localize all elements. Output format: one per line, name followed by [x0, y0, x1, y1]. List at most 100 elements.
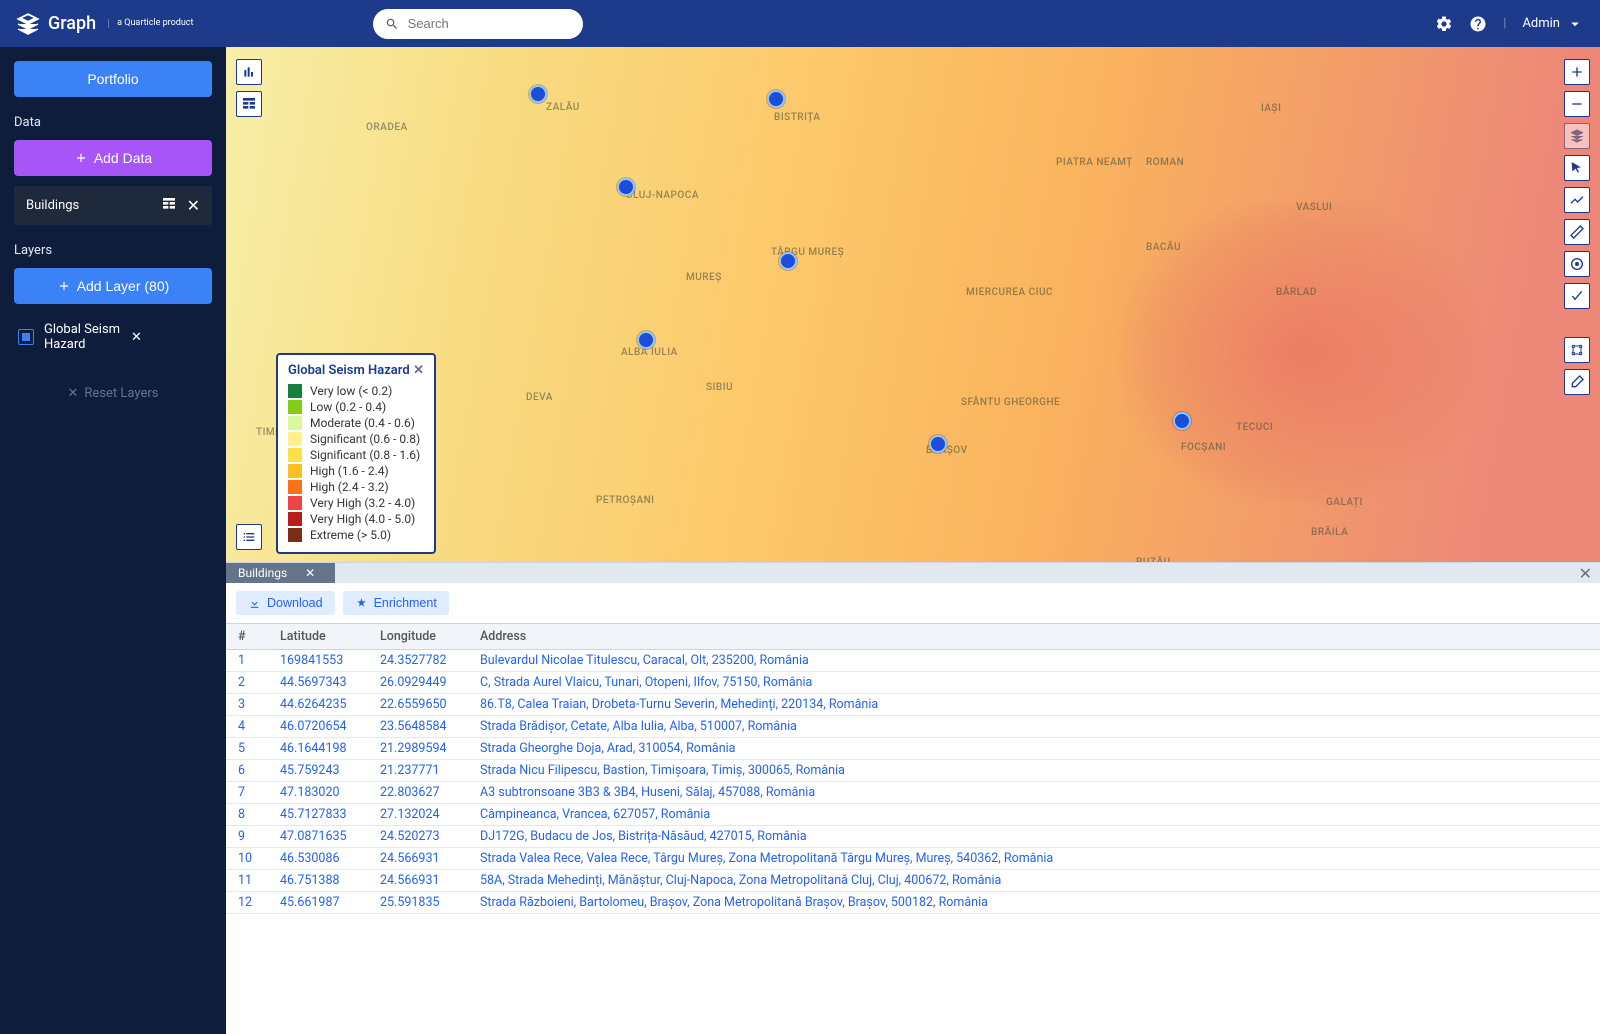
table-view-button[interactable] [236, 91, 262, 117]
table-cell: 9 [226, 826, 272, 848]
table-cell: 12 [226, 892, 272, 914]
table-cell: 45.661987 [272, 892, 372, 914]
plus-icon [74, 151, 88, 165]
logo-icon [16, 12, 40, 36]
map-marker[interactable] [1173, 412, 1191, 430]
add-data-button[interactable]: Add Data [14, 140, 212, 176]
panel-tab-buildings[interactable]: Buildings ✕ [226, 563, 335, 583]
table-cell: Strada Brădișor, Cetate, Alba Iulia, Alb… [472, 716, 1600, 738]
map-marker[interactable] [767, 90, 785, 108]
table-icon[interactable] [161, 196, 177, 212]
admin-dropdown[interactable]: Admin [1522, 15, 1584, 33]
close-icon[interactable]: ✕ [305, 566, 315, 580]
legend-row: Moderate (0.4 - 0.6) [288, 416, 424, 430]
table-header: Latitude [272, 624, 372, 650]
sidebar: Portfolio Data Add Data Buildings ✕ Laye… [0, 47, 226, 1034]
search-box[interactable] [373, 9, 583, 39]
table-cell: 6 [226, 760, 272, 782]
portfolio-button[interactable]: Portfolio [14, 61, 212, 97]
layer-item-label: Global Seism Hazard [44, 322, 121, 352]
data-item-label: Buildings [26, 198, 79, 213]
table-cell: 4 [226, 716, 272, 738]
table-cell: 21.237771 [372, 760, 472, 782]
logo: Graph a Quarticle product [16, 12, 193, 36]
measure-tool-button[interactable] [1564, 219, 1590, 245]
table-cell: 58A, Strada Mehedinți, Mănăștur, Cluj-Na… [472, 870, 1600, 892]
table-row[interactable]: 1046.53008624.566931Strada Valea Rece, V… [226, 848, 1600, 870]
map[interactable]: ZalăuOradeaBistrițaPiatra NeamțRomanIași… [226, 47, 1600, 562]
legend-toggle-button[interactable] [236, 524, 262, 550]
table-header: Address [472, 624, 1600, 650]
layers-button[interactable] [1564, 123, 1590, 149]
table-row[interactable]: 244.569734326.0929449C, Strada Aurel Vla… [226, 672, 1600, 694]
line-tool-button[interactable] [1564, 187, 1590, 213]
erase-tool-button[interactable] [1564, 369, 1590, 395]
enrichment-button[interactable]: Enrichment [343, 591, 449, 615]
gear-icon[interactable] [1435, 15, 1453, 33]
legend-row: Extreme (> 5.0) [288, 528, 424, 542]
legend-swatch [288, 400, 302, 414]
data-panel: Buildings ✕ ✕ Download Enrichment #Latit… [226, 562, 1600, 1034]
reset-layers-button[interactable]: ✕ Reset Layers [14, 386, 212, 401]
close-icon[interactable]: ✕ [413, 363, 424, 378]
data-item-buildings[interactable]: Buildings ✕ [14, 186, 212, 225]
legend-swatch [288, 496, 302, 510]
zoom-out-button[interactable] [1564, 91, 1590, 117]
table-row[interactable]: 344.626423522.655965086.T8, Calea Traian… [226, 694, 1600, 716]
enrichment-icon [355, 597, 368, 610]
legend-row: Significant (0.8 - 1.6) [288, 448, 424, 462]
map-city-label: Oradea [366, 122, 408, 133]
table-cell: DJ172G, Budacu de Jos, Bistrița-Năsăud, … [472, 826, 1600, 848]
locate-button[interactable] [1564, 251, 1590, 277]
table-cell: A3 subtronsoane 3B3 & 3B4, Huseni, Sălaj… [472, 782, 1600, 804]
map-marker[interactable] [929, 435, 947, 453]
legend-row: Low (0.2 - 0.4) [288, 400, 424, 414]
legend-panel: Global Seism Hazard ✕ Very low (< 0.2) L… [276, 353, 436, 554]
map-city-label: Sibiu [706, 382, 733, 393]
table-row[interactable]: 747.18302022.803627A3 subtronsoane 3B3 &… [226, 782, 1600, 804]
legend-label: Significant (0.6 - 0.8) [310, 432, 420, 446]
table-cell: C, Strada Aurel Vlaicu, Tunari, Otopeni,… [472, 672, 1600, 694]
close-icon[interactable]: ✕ [131, 330, 208, 345]
table-cell: 22.6559650 [372, 694, 472, 716]
help-icon[interactable] [1469, 15, 1487, 33]
search-icon [385, 16, 399, 32]
map-city-label: Roman [1146, 157, 1184, 168]
table-row[interactable]: 446.072065423.5648584Strada Brădișor, Ce… [226, 716, 1600, 738]
add-layer-button[interactable]: Add Layer (80) [14, 268, 212, 304]
map-city-label: Deva [526, 392, 553, 403]
check-tool-button[interactable] [1564, 283, 1590, 309]
table-cell: 45.7127833 [272, 804, 372, 826]
table-row[interactable]: 116984155324.3527782Bulevardul Nicolae T… [226, 650, 1600, 672]
close-icon[interactable]: ✕ [187, 196, 200, 215]
download-button[interactable]: Download [236, 591, 335, 615]
layer-item[interactable]: Global Seism Hazard ✕ [14, 312, 212, 362]
zoom-in-button[interactable] [1564, 59, 1590, 85]
table-cell: 7 [226, 782, 272, 804]
table-cell: Strada Nicu Filipescu, Bastion, Timișoar… [472, 760, 1600, 782]
logo-subtitle: a Quarticle product [108, 19, 193, 29]
table-row[interactable]: 947.087163524.520273DJ172G, Budacu de Jo… [226, 826, 1600, 848]
table-cell: 11 [226, 870, 272, 892]
panel-tabs: Buildings ✕ ✕ [226, 563, 1600, 583]
table-row[interactable]: 645.75924321.237771Strada Nicu Filipescu… [226, 760, 1600, 782]
map-marker[interactable] [779, 252, 797, 270]
layer-checkbox[interactable] [18, 329, 34, 345]
table-row[interactable]: 1146.75138824.56693158A, Strada Mehedinț… [226, 870, 1600, 892]
map-marker[interactable] [529, 85, 547, 103]
search-input[interactable] [408, 16, 572, 31]
table-row[interactable]: 1245.66198725.591835Strada Războieni, Ba… [226, 892, 1600, 914]
download-icon [248, 597, 261, 610]
polygon-tool-button[interactable] [1564, 337, 1590, 363]
table-row[interactable]: 546.164419821.2989594Strada Gheorghe Doj… [226, 738, 1600, 760]
map-marker[interactable] [617, 178, 635, 196]
app-header: Graph a Quarticle product | Admin [0, 0, 1600, 47]
map-marker[interactable] [637, 331, 655, 349]
legend-swatch [288, 432, 302, 446]
table-row[interactable]: 845.712783327.132024Câmpineanca, Vrancea… [226, 804, 1600, 826]
legend-label: Very High (3.2 - 4.0) [310, 496, 415, 510]
legend-swatch [288, 480, 302, 494]
chart-view-button[interactable] [236, 59, 262, 85]
cursor-tool-button[interactable] [1564, 155, 1590, 181]
close-panel-icon[interactable]: ✕ [1579, 564, 1592, 583]
